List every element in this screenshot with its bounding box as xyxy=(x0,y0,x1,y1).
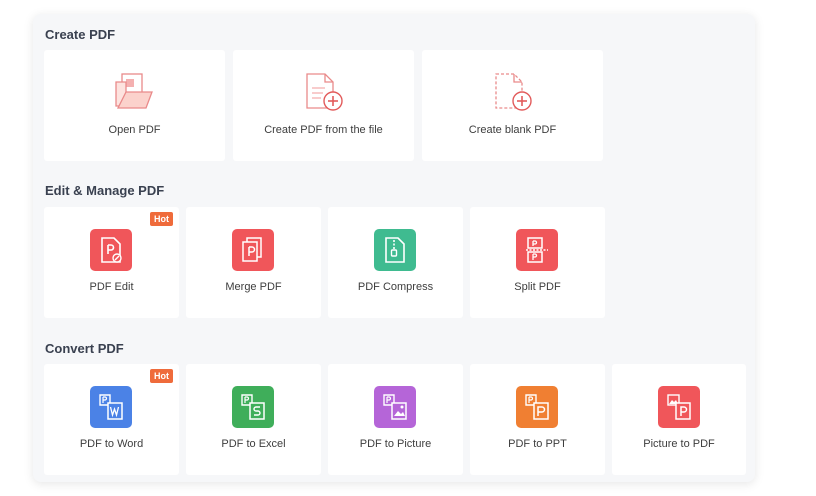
section-title-convert: Convert PDF xyxy=(45,341,124,356)
pdf-edit-icon xyxy=(90,229,132,271)
create-pdf-from-file-label: Create PDF from the file xyxy=(264,124,383,136)
pdf-to-ppt-icon xyxy=(516,386,558,428)
compress-pdf-icon xyxy=(374,229,416,271)
open-folder-icon xyxy=(115,73,153,109)
merge-pdf-icon xyxy=(232,229,274,271)
pdf-to-picture-icon xyxy=(374,386,416,428)
split-pdf-label: Split PDF xyxy=(514,281,561,293)
section-title-edit: Edit & Manage PDF xyxy=(45,183,165,198)
file-plus-icon xyxy=(306,73,343,111)
pdf-to-excel-card[interactable]: PDF to Excel xyxy=(186,364,321,475)
pdf-to-word-card[interactable]: Hot PDF to Word xyxy=(44,364,179,475)
merge-pdf-card[interactable]: Merge PDF xyxy=(186,207,321,318)
pdf-to-word-label: PDF to Word xyxy=(79,438,144,450)
picture-to-pdf-card[interactable]: Picture to PDF xyxy=(612,364,746,475)
hot-badge: Hot xyxy=(150,369,173,383)
blank-page-plus-icon xyxy=(495,73,532,111)
pdf-compress-card[interactable]: PDF Compress xyxy=(328,207,463,318)
section-title-create: Create PDF xyxy=(45,27,116,42)
open-pdf-card[interactable]: Open PDF xyxy=(44,50,225,161)
pdf-to-excel-label: PDF to Excel xyxy=(221,438,286,450)
pdf-to-ppt-label: PDF to PPT xyxy=(508,438,567,450)
pdf-to-picture-label: PDF to Picture xyxy=(359,438,432,450)
split-pdf-icon xyxy=(516,229,558,271)
pdf-to-excel-icon xyxy=(232,386,274,428)
tools-panel: Create PDF Open PDF Create PDF from the … xyxy=(33,14,755,482)
open-pdf-label: Open PDF xyxy=(108,124,161,136)
picture-to-pdf-label: Picture to PDF xyxy=(643,438,715,450)
pdf-edit-card[interactable]: Hot PDF Edit xyxy=(44,207,179,318)
hot-badge: Hot xyxy=(150,212,173,226)
picture-to-pdf-icon xyxy=(658,386,700,428)
create-pdf-from-file-card[interactable]: Create PDF from the file xyxy=(233,50,414,161)
create-blank-pdf-label: Create blank PDF xyxy=(468,124,557,136)
create-blank-pdf-card[interactable]: Create blank PDF xyxy=(422,50,603,161)
pdf-to-picture-card[interactable]: PDF to Picture xyxy=(328,364,463,475)
pdf-to-word-icon xyxy=(90,386,132,428)
pdf-edit-label: PDF Edit xyxy=(89,281,134,293)
pdf-to-ppt-card[interactable]: PDF to PPT xyxy=(470,364,605,475)
pdf-compress-label: PDF Compress xyxy=(357,281,434,293)
merge-pdf-label: Merge PDF xyxy=(225,281,282,293)
split-pdf-card[interactable]: Split PDF xyxy=(470,207,605,318)
